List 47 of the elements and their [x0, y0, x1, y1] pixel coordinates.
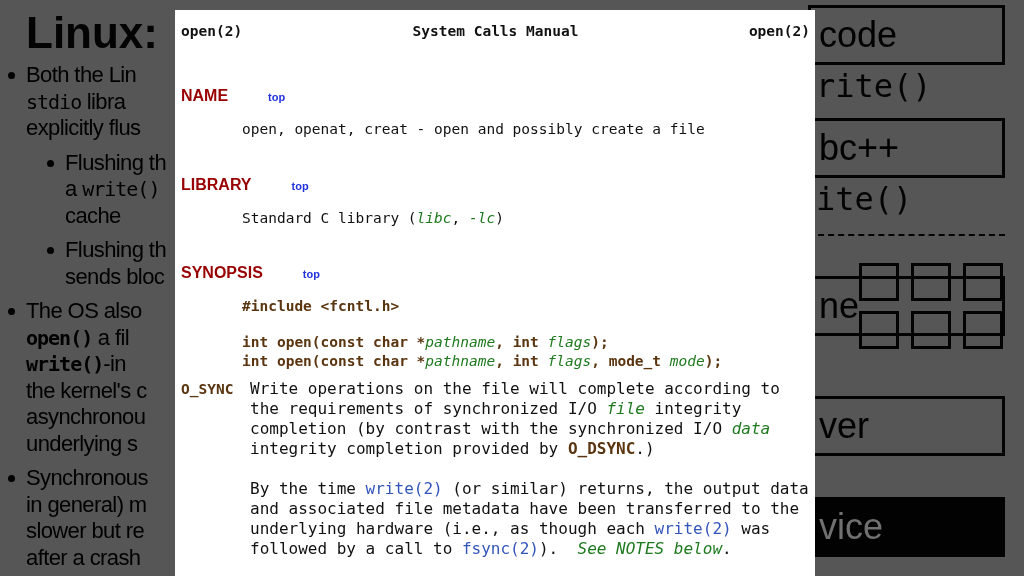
manpage-link[interactable]: write(2) [654, 519, 732, 538]
code-label: rite() [815, 67, 933, 105]
page-name: open(2) [181, 22, 243, 41]
slide-text-line: open() a fil [26, 324, 130, 351]
top-link[interactable]: top [268, 87, 286, 107]
option-description: By the time write(2) (or similar) returns, the output data and associated file metadata have been transferred to the underlying hardware (i.e., as though each write(2) was followed by a call to fsync(2)). See NOTES below. [250, 479, 810, 559]
manpage-link[interactable]: fsync(2) [461, 539, 539, 558]
slide-text-line: Both the Lin [26, 62, 138, 89]
slide-text-line: slower but re [26, 518, 146, 545]
manpage-link[interactable]: write(2) [365, 479, 443, 498]
section-heading: NAME [181, 86, 229, 106]
top-link[interactable]: top [291, 175, 309, 196]
option-name: O_SYNC [181, 379, 235, 400]
page-name: open(2) [748, 22, 810, 41]
bullet-dot [8, 475, 15, 482]
slide-text-line: after a crash [26, 544, 142, 571]
section-heading: SYNOPSIS [181, 263, 263, 283]
box-label: ne [819, 285, 860, 327]
section-heading: LIBRARY [181, 174, 252, 195]
slide-text-line: cache [65, 202, 122, 229]
manpage-text: open, openat, creat - open and possibly create a file [242, 120, 706, 139]
manpage-text: #include <fcntl.h> [242, 297, 401, 316]
slide-text-line: the kernel's c [26, 377, 147, 404]
bullet-dot [8, 308, 15, 315]
slide-text-line: write()-in [26, 351, 127, 378]
slide-text-line: in general) m [26, 491, 148, 518]
manpage-text: int open(const char *pathname, int flags); [242, 332, 610, 352]
option-description: Write operations on the file will complete according to the requirements of synchronized I/O file integrity completion (by contrast with the synchronized I/O data integrity completion provided by O_DSYNC.) [250, 378, 781, 459]
manual-title: System Calls Manual [412, 22, 579, 41]
bullet-dot [47, 159, 54, 167]
slide-text-line: Flushing th [65, 149, 166, 176]
slide-text-line: underlying s [26, 430, 139, 457]
slide-text-line: explicitly flus [26, 115, 141, 142]
bullet-dot [47, 247, 54, 254]
bullet-dot [8, 72, 15, 79]
slide-text-line: sends bloc [65, 263, 166, 290]
slide-text-line: asynchronou [26, 404, 147, 431]
slide-text-line: a write() [65, 176, 161, 203]
slide-text-line: Flushing th [65, 237, 166, 264]
slide-text-line: The OS also [26, 298, 143, 325]
slide-title: Linux: [26, 8, 159, 58]
top-link[interactable]: top [302, 264, 320, 284]
slide-text-line: stdio libra [26, 88, 127, 115]
manpage-text: Standard C library (libc, -lc) [242, 208, 505, 228]
code-label: ite() [815, 180, 914, 218]
manpage-text: int open(const char *pathname, int flags, mode_t mode); [242, 352, 724, 372]
slide-text-line: Synchronous [26, 465, 148, 492]
